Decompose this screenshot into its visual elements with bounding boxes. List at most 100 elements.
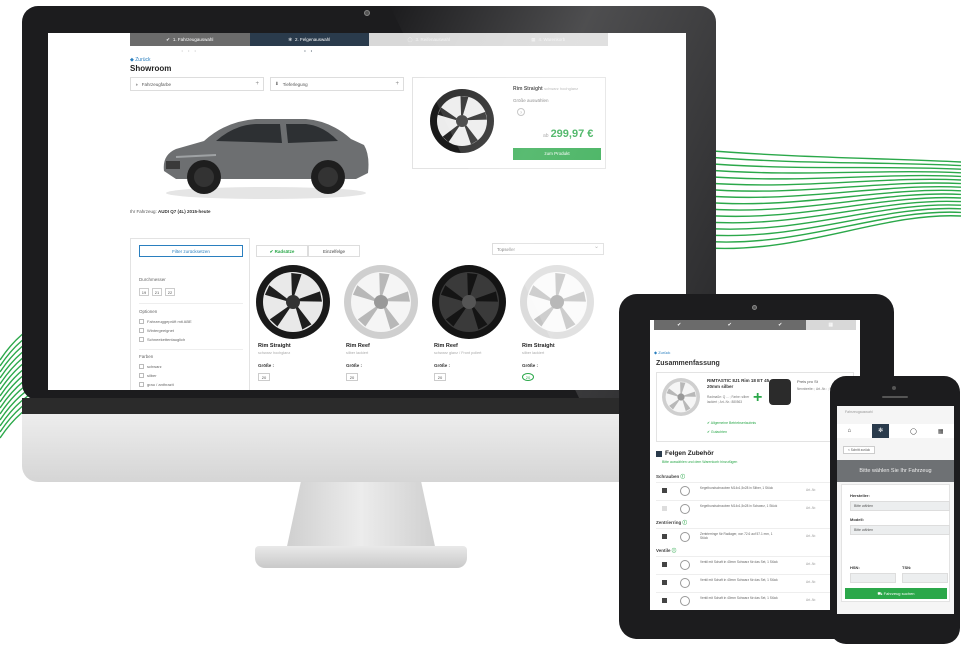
manufacturer-select[interactable]: Bitte wählen (850, 501, 950, 511)
checkbox-icon (662, 534, 667, 539)
hsn-label: HSN: (850, 565, 860, 570)
model-select[interactable]: Bitte wählen (850, 525, 950, 535)
phone-wizard-nav: ⌂ ✻ ◯ ▦ (837, 424, 954, 438)
tablet-step[interactable]: ✔ (654, 320, 705, 330)
wheel-card[interactable]: Rim Reef schwarz glanz / Front poliert G… (430, 263, 512, 390)
diameter-chip[interactable]: 22 (165, 288, 175, 296)
phone-banner: Bitte wählen Sie Ihr Fahrzeug (837, 460, 954, 482)
option-checkbox[interactable]: Schneekettentauglich (139, 337, 185, 342)
plus-icon: + (395, 81, 399, 87)
check-icon: ✔ (727, 322, 732, 328)
check-icon: ✔ (778, 322, 783, 328)
filter-divider (139, 349, 243, 350)
selected-rim-card: Rim Straight schwarz hochglanz Größe aus… (412, 77, 606, 169)
filter-divider (139, 303, 243, 304)
vehicle-info: Ihr Fahrzeug: AUDI Q7 (4L) 2015-heute (130, 209, 211, 214)
accessories-subtitle: Bitte auswählen und dem Warenkorb hinzuf… (662, 460, 738, 464)
wheel-card[interactable]: Rim Straight schwarz hochglanz Größe : 2… (254, 263, 336, 390)
option-checkbox[interactable]: Wintergeeignet (139, 328, 174, 333)
diameter-label: Durchmesser (139, 277, 166, 282)
accessory-row[interactable]: Ventil mit Schaft in 40mm Schwarz für da… (656, 592, 854, 608)
filter-reset-button[interactable]: Filter zurücksetzen (139, 245, 243, 257)
diameter-chip[interactable]: 19 (139, 288, 149, 296)
box-icon (656, 450, 662, 457)
option-checkbox[interactable]: Fahrzeuggeprüft mit ABE (139, 319, 192, 324)
size-option[interactable]: ? (517, 108, 525, 116)
vehicle-color-dropdown[interactable]: ◑ Fahrzeugfarbe + (130, 77, 264, 91)
check-icon: ✔ (677, 322, 682, 328)
plus-icon: + (753, 389, 763, 406)
wheel-name: Rim Reef (434, 343, 458, 349)
back-link[interactable]: ◆ Zurück (130, 57, 151, 63)
diameter-chip[interactable]: 21 (152, 288, 162, 296)
wheel-card[interactable]: Rim Reef silber lackiert Größe : 20 (342, 263, 424, 390)
wheel-size-label: Größe : (346, 363, 363, 368)
wheel-icon[interactable]: ✻ (872, 424, 890, 438)
accessory-row[interactable]: Kegelbundschrauben M14x1,5x28 in Silber,… (656, 482, 854, 498)
tab-single-rim[interactable]: Einzelfelge (308, 245, 360, 257)
step-rims[interactable]: ✻ 2. Felgenauswahl (249, 33, 369, 46)
phone-hint: Fahrzeugauswahl (845, 410, 873, 414)
accessory-row[interactable]: Zentrierringe für Radlager, von 72.6 auf… (656, 528, 854, 544)
wheel-icon: ✻ (288, 36, 292, 42)
checkbox-icon (662, 598, 667, 603)
color-checkbox[interactable]: schwarz (139, 364, 162, 369)
tyre-thumbnail (769, 379, 791, 405)
accessory-row[interactable]: Ventil mit Schaft in 40mm Schwarz für da… (656, 556, 854, 572)
tablet-step[interactable]: ▦ (805, 320, 856, 330)
lowering-arrow-icon: ⬇ (275, 81, 279, 86)
check-icon: ✔ (166, 36, 170, 42)
car-icon[interactable]: ⌂ (847, 428, 851, 434)
summary-rim-name: RIMTASTIC 8J1 Rim 18 ET 45 20mm silber (707, 378, 770, 389)
accessories-title: Felgen Zubehör (656, 450, 714, 457)
wheel-finish: silber lackiert (522, 351, 545, 355)
wheel-size-chip[interactable]: 20 (522, 373, 534, 381)
result-tabs: ✔ Radsätze Einzelfelge (256, 245, 360, 257)
cart-icon: ▦ (828, 322, 834, 328)
wheel-size-chip[interactable]: 20 (434, 373, 446, 381)
lowering-dropdown[interactable]: ⬇ Tieferlegung + (270, 77, 404, 91)
imac-stand-neck (286, 481, 436, 551)
summary-title: Zusammenfassung (656, 360, 720, 367)
tyre-icon[interactable]: ◯ (910, 428, 917, 435)
wheel-card[interactable]: Rim Straight silber lackiert Größe : 20 (518, 263, 600, 390)
color-checkbox[interactable]: grau / anthrazit (139, 382, 174, 387)
step-cart[interactable]: ▦ 4. Warenkorb (488, 33, 608, 46)
vehicle-search-button[interactable]: ⛟ Fahrzeug suchen (845, 588, 947, 599)
abe-link[interactable]: ✔ Allgemeine Betriebserlaubnis (707, 421, 756, 425)
hsn-input[interactable] (850, 573, 896, 583)
rim-thumbnail (662, 378, 700, 416)
accessory-row[interactable]: Ventil mit Schaft in 40mm Schwarz für da… (656, 574, 854, 590)
tab-wheel-sets[interactable]: ✔ Radsätze (256, 245, 308, 257)
plus-icon: + (255, 81, 259, 87)
tsn-input[interactable] (902, 573, 948, 583)
checkbox-icon (662, 580, 667, 585)
model-label: Modell: (850, 517, 864, 522)
valve-icon (680, 560, 690, 570)
color-checkbox[interactable]: silber (139, 373, 157, 378)
tsn-label: TSN: (902, 565, 912, 570)
car-icon: ⛟ (877, 591, 883, 596)
wheel-size-label: Größe : (522, 363, 539, 368)
sort-select[interactable]: Topseller (492, 242, 604, 255)
tablet-step[interactable]: ✔ (755, 320, 806, 330)
tablet-wizard-steps: ✔ ✔ ✔ ▦ (654, 320, 856, 330)
wheel-finish: schwarz glanz / Front poliert (434, 351, 482, 355)
wheel-size-chip[interactable]: 20 (346, 373, 358, 381)
options-label: Optionen (139, 309, 158, 314)
phone-speaker (882, 396, 908, 398)
color-drop-icon: ◑ (135, 81, 138, 87)
report-link[interactable]: ✔ Gutachten (707, 430, 727, 434)
phone-screen: Fahrzeugauswahl ⌂ ✻ ◯ ▦ < Schritt zurück… (837, 406, 954, 614)
tablet-step[interactable]: ✔ (704, 320, 755, 330)
to-product-button[interactable]: zum Produkt (513, 148, 601, 160)
wheel-size-chip[interactable]: 20 (258, 373, 270, 381)
cart-icon[interactable]: ▦ (938, 428, 944, 435)
step-vehicle[interactable]: ✔ 1. Fahrzeugauswahl (130, 33, 250, 46)
accessory-row[interactable]: Kegelbundschrauben M14x1,5x28 in Schwarz… (656, 500, 854, 516)
step-back-button[interactable]: < Schritt zurück (843, 446, 875, 454)
wheel-name: Rim Straight (258, 343, 291, 349)
tablet-back-link[interactable]: ◆ Zurück (654, 350, 670, 355)
rim-name: Rim Straight schwarz hochglanz (513, 86, 579, 92)
step-tyres[interactable]: ◯ 3. Reifenauswahl (369, 33, 489, 46)
